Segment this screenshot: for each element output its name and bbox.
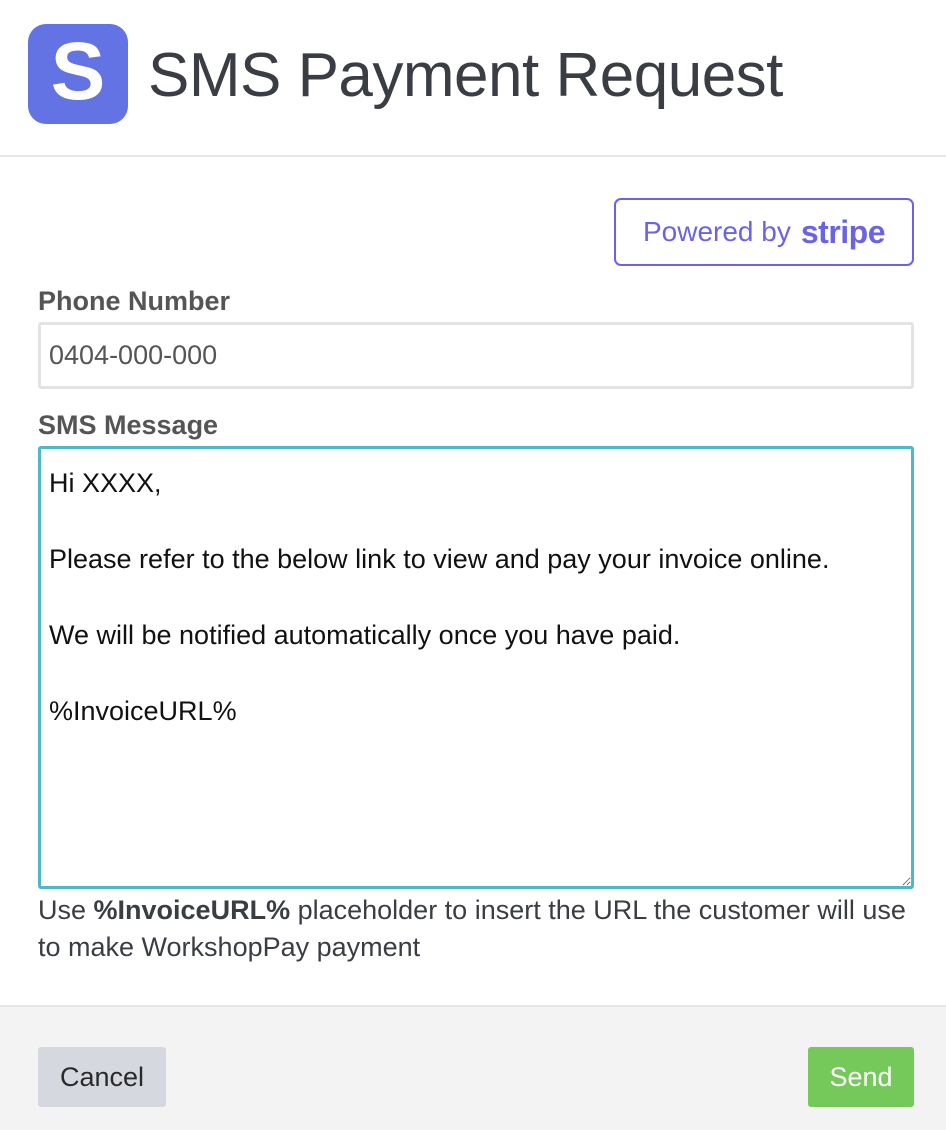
sms-message-label: SMS Message	[38, 410, 219, 440]
logo-letter: S	[50, 26, 106, 117]
dialog-header: S SMS Payment Request	[0, 0, 946, 157]
sms-message-textarea[interactable]: Hi XXXX, Please refer to the below link …	[38, 446, 914, 889]
send-button[interactable]: Send	[808, 1047, 914, 1107]
stripe-logo-icon: stripe	[800, 213, 886, 250]
dialog-footer: Cancel Send	[0, 1005, 946, 1130]
phone-number-input[interactable]	[38, 322, 914, 389]
powered-by-stripe-link[interactable]: Powered by stripe	[614, 198, 914, 266]
app-logo-icon: S	[28, 24, 128, 124]
phone-number-label: Phone Number	[38, 286, 231, 316]
help-text: Use %InvoiceURL% placeholder to insert t…	[38, 892, 918, 966]
cancel-button[interactable]: Cancel	[38, 1047, 166, 1107]
help-prefix: Use	[38, 895, 94, 925]
dialog-title: SMS Payment Request	[148, 41, 783, 110]
placeholder-token: %InvoiceURL%	[93, 895, 291, 925]
powered-by-label: Powered by	[642, 216, 791, 247]
